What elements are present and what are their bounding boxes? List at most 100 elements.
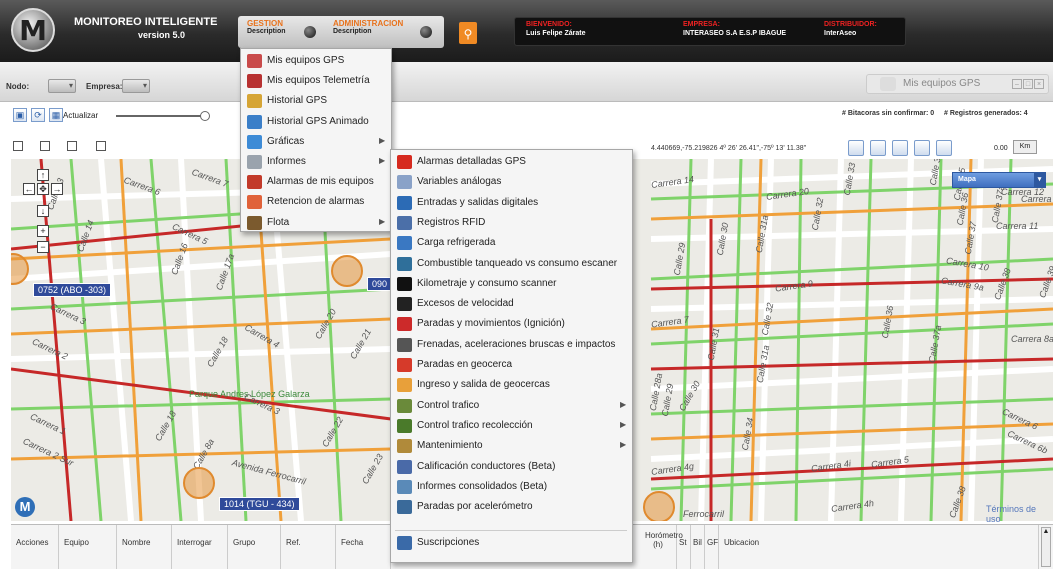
pan-left-button[interactable]: ← — [23, 183, 35, 195]
vehicle-marker[interactable] — [643, 491, 675, 521]
menu-item-analog[interactable]: Variables análogas — [391, 172, 632, 192]
pan-down-button[interactable]: ↓ — [37, 205, 49, 217]
pan-center-button[interactable]: ✥ — [37, 183, 49, 195]
menu-item-accelerometer[interactable]: Paradas por acelerómetro — [391, 497, 632, 517]
globe-icon[interactable] — [870, 140, 886, 156]
vehicle-marker[interactable] — [331, 255, 363, 287]
session-info-bar: BIENVENIDO: Luis Felipe Zárate EMPRESA: … — [514, 17, 906, 46]
menu-item-gps-truck[interactable]: Mis equipos GPS — [241, 51, 391, 71]
select-all-icon[interactable]: ▣ — [13, 108, 27, 122]
alarm-icon — [247, 175, 262, 190]
col-st[interactable]: St — [677, 525, 691, 569]
gps-truck-panel-icon — [880, 77, 896, 91]
menu-item-speed[interactable]: Excesos de velocidad — [391, 294, 632, 314]
nodo-select[interactable] — [48, 79, 76, 93]
menu-item-digital-io[interactable]: Entradas y salidas digitales — [391, 193, 632, 213]
menu-item-fleet[interactable]: Flota ▶ — [241, 213, 391, 233]
menu-item-geofence[interactable]: Ingreso y salida de geocercas — [391, 375, 632, 395]
menu-item-refrigerated-truck[interactable]: Carga refrigerada — [391, 233, 632, 253]
col-equipo[interactable]: Equipo — [59, 525, 117, 569]
col-acciones[interactable]: Acciones — [11, 525, 59, 569]
rfid-icon — [397, 215, 412, 230]
layer-checkbox-4[interactable] — [96, 141, 106, 151]
menu-item-label: Gráficas — [267, 135, 305, 147]
menu-item-telemetry[interactable]: Mis equipos Telemetría — [241, 71, 391, 91]
col-horometro[interactable]: Horómetro (h) — [640, 525, 683, 569]
menu-item-history[interactable]: Historial GPS — [241, 91, 391, 111]
col-grupo[interactable]: Grupo — [228, 525, 281, 569]
menu-item-collection-traffic[interactable]: Control trafico recolección ▶ — [391, 416, 632, 436]
alarm-light-icon — [397, 155, 412, 169]
gps-truck-icon — [247, 54, 262, 68]
menu-item-geofence-stop[interactable]: Paradas en geocerca — [391, 355, 632, 375]
pan-up-button[interactable]: ↑ — [37, 169, 49, 181]
terms-link[interactable]: Términos de uso — [986, 504, 1053, 524]
menu-item-fuel-tank[interactable]: Combustible tanqueado vs consumo escaner — [391, 254, 632, 274]
col-bil[interactable]: Bil — [691, 525, 705, 569]
col-interrogar[interactable]: Interrogar — [172, 525, 228, 569]
menu-item-subscription[interactable]: Suscripciones — [391, 533, 632, 553]
menu-item-animated-history[interactable]: Historial GPS Animado — [241, 112, 391, 132]
menu-item-stop-sign[interactable]: Paradas y movimientos (Ignición) — [391, 314, 632, 334]
menu-item-report[interactable]: Informes ▶ — [241, 152, 391, 172]
menu-item-brake[interactable]: Frenadas, aceleraciones bruscas e impact… — [391, 335, 632, 355]
grid-view-icon[interactable]: ▦ — [49, 108, 63, 122]
info-company: EMPRESA: INTERASEO S.A E.S.P IBAGUE — [683, 21, 786, 37]
layer-checkbox-3[interactable] — [67, 141, 77, 151]
empresa-select[interactable] — [122, 79, 150, 93]
menu-item-alarm[interactable]: Alarmas de mis equipos — [241, 172, 391, 192]
refresh-slider-knob[interactable] — [200, 111, 210, 121]
unit-select[interactable]: Km — [1013, 140, 1037, 154]
nav-gestion-dot-icon[interactable] — [304, 26, 316, 38]
info-company-key: EMPRESA: — [683, 21, 720, 28]
measure-icon[interactable] — [936, 140, 952, 156]
menu-item-consolidated-report[interactable]: Informes consolidados (Beta) — [391, 477, 632, 497]
menu-item-driver-rating[interactable]: Calificación conductores (Beta) — [391, 457, 632, 477]
zoom-in-button[interactable]: + — [37, 225, 49, 237]
home-icon[interactable] — [914, 140, 930, 156]
zoom-out-button[interactable]: − — [37, 241, 49, 253]
subscription-icon — [397, 536, 412, 551]
col-nombre[interactable]: Nombre — [117, 525, 172, 569]
nav-admin-dot-icon[interactable] — [420, 26, 432, 38]
info-company-value: INTERASEO S.A E.S.P IBAGUE — [683, 30, 787, 37]
menu-item-rfid[interactable]: Registros RFID — [391, 213, 632, 233]
menu-item-alarm-light[interactable]: Alarmas detalladas GPS — [391, 152, 632, 172]
col-ubicacion[interactable]: Ubicacion — [719, 525, 1039, 569]
pan-right-button[interactable]: → — [51, 183, 63, 195]
close-button[interactable]: × — [1034, 79, 1044, 89]
info-distributor: DISTRIBUIDOR: InterAseo — [824, 21, 877, 37]
app-logo[interactable]: M — [11, 8, 55, 52]
maintenance-icon — [397, 439, 412, 454]
grid-scrollbar[interactable]: ▲ — [1041, 527, 1051, 567]
consolidated-report-icon — [397, 479, 412, 494]
world-icon[interactable] — [892, 140, 908, 156]
layer-checkbox-1[interactable] — [13, 141, 23, 151]
col-ref[interactable]: Ref. — [281, 525, 336, 569]
col-gf[interactable]: GF — [705, 525, 719, 569]
info-welcome-key: BIENVENIDO: — [526, 21, 572, 28]
vehicle-label[interactable]: 0752 (ABO -303) — [33, 283, 112, 297]
menu-item-chart[interactable]: Gráficas ▶ — [241, 132, 391, 152]
menu-item-retention[interactable]: Retencion de alarmas — [241, 192, 391, 212]
minimize-button[interactable]: – — [1012, 79, 1022, 89]
menu-item-maintenance[interactable]: Mantenimiento ▶ — [391, 436, 632, 456]
col-fecha[interactable]: Fecha — [336, 525, 391, 569]
apps-icon[interactable]: ⚲ — [459, 22, 477, 44]
map-brand-logo-icon: M — [15, 497, 35, 517]
map-type-select[interactable]: Mapa — [952, 172, 1046, 188]
refresh-slider-track[interactable] — [116, 115, 206, 117]
pin-icon[interactable] — [848, 140, 864, 156]
menu-item-fuel-pump[interactable]: Kilometraje y consumo scanner — [391, 274, 632, 294]
layer-checkbox-2[interactable] — [40, 141, 50, 151]
vehicle-label[interactable]: 090 — [367, 277, 393, 291]
info-distributor-value: InterAseo — [824, 30, 857, 37]
vehicle-label[interactable]: 1014 (TGU - 434) — [219, 497, 300, 511]
nav-gestion[interactable]: GESTION Description — [247, 19, 286, 35]
vehicle-marker[interactable] — [183, 467, 215, 499]
refresh-icon[interactable]: ⟳ — [31, 108, 45, 122]
nav-administracion[interactable]: ADMINISTRACION Description — [333, 19, 403, 35]
menu-item-traffic[interactable]: Control trafico ▶ — [391, 396, 632, 416]
maximize-button[interactable]: □ — [1023, 79, 1033, 89]
nav-gestion-title: GESTION — [247, 19, 284, 28]
